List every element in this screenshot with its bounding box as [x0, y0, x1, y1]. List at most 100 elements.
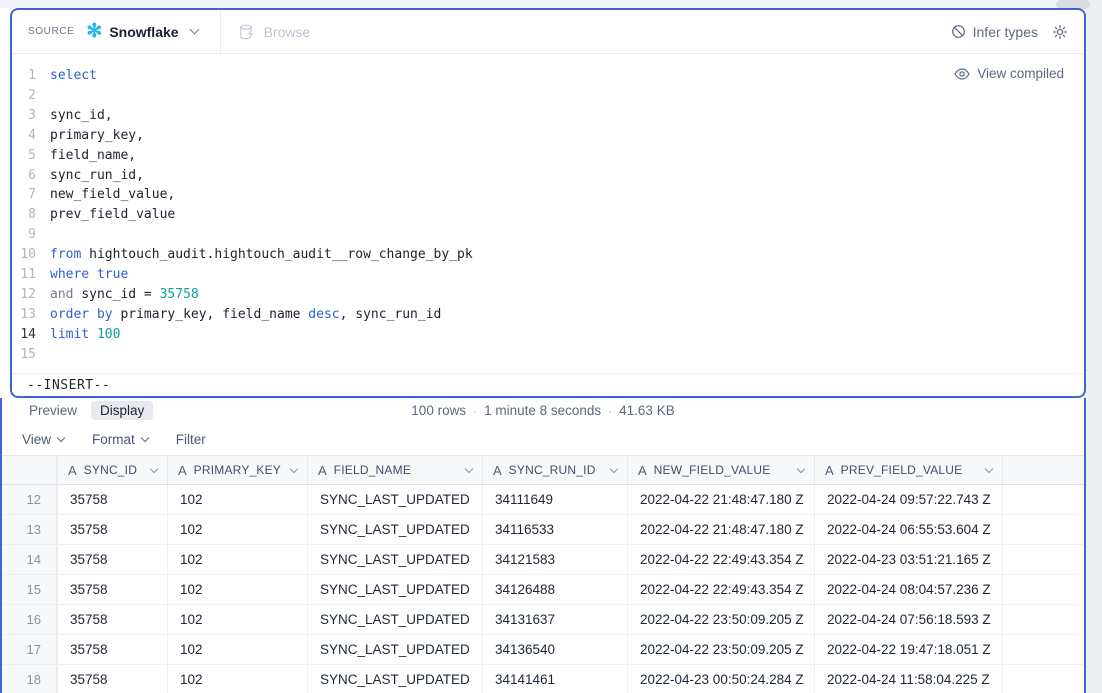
table-cell[interactable]: 2022-04-22 21:48:47.180 Z	[627, 485, 814, 514]
table-row[interactable]: 1635758102SYNC_LAST_UPDATED341316372022-…	[2, 605, 1084, 635]
ban-icon	[951, 24, 966, 39]
column-header-primary_key[interactable]: APRIMARY_KEY	[167, 456, 307, 484]
filter-menu-button[interactable]: Filter	[176, 432, 206, 447]
source-name[interactable]: Snowflake	[109, 24, 178, 40]
chevron-down-icon[interactable]	[985, 465, 993, 473]
table-cell[interactable]: 34126488	[482, 575, 627, 604]
code-line[interactable]: 5 field_name,	[12, 146, 1084, 166]
table-cell[interactable]: 2022-04-23 03:51:21.165 Z	[814, 545, 1002, 574]
chevron-down-icon[interactable]	[150, 465, 158, 473]
table-cell[interactable]: 35758	[57, 605, 167, 634]
line-number: 5	[12, 146, 36, 166]
table-cell[interactable]: SYNC_LAST_UPDATED	[307, 485, 482, 514]
chevron-down-icon[interactable]	[465, 465, 473, 473]
table-cell[interactable]: 35758	[57, 515, 167, 544]
code-line[interactable]: 12and sync_id = 35758	[12, 285, 1084, 305]
code-line[interactable]: 11where true	[12, 265, 1084, 285]
table-row[interactable]: 1535758102SYNC_LAST_UPDATED341264882022-…	[2, 575, 1084, 605]
chevron-down-icon[interactable]	[610, 465, 618, 473]
table-header-row: ASYNC_IDAPRIMARY_KEYAFIELD_NAMEASYNC_RUN…	[2, 456, 1084, 485]
browse-icon	[239, 24, 256, 40]
table-cell[interactable]: 2022-04-22 22:49:43.354 Z	[627, 545, 814, 574]
token-id: sync_id =	[81, 287, 159, 302]
table-row[interactable]: 1835758102SYNC_LAST_UPDATED341414612022-…	[2, 665, 1084, 693]
table-row[interactable]: 1435758102SYNC_LAST_UPDATED341215832022-…	[2, 545, 1084, 575]
column-name: SYNC_ID	[84, 463, 137, 477]
column-header-prev_field_value[interactable]: APREV_FIELD_VALUE	[814, 456, 1002, 484]
table-row[interactable]: 1335758102SYNC_LAST_UPDATED341165332022-…	[2, 515, 1084, 545]
chevron-down-icon[interactable]	[290, 465, 298, 473]
table-cell[interactable]: 35758	[57, 665, 167, 693]
token-id: field_name,	[50, 148, 136, 163]
view-compiled-button[interactable]: View compiled	[954, 66, 1064, 81]
browse-button[interactable]: Browse	[239, 24, 311, 40]
table-cell[interactable]: 35758	[57, 545, 167, 574]
table-cell[interactable]: 2022-04-24 11:58:04.225 Z	[814, 665, 1002, 693]
table-cell[interactable]: 35758	[57, 575, 167, 604]
column-header-sync_run_id[interactable]: ASYNC_RUN_ID	[482, 456, 627, 484]
code-line[interactable]: 3sync_id,	[12, 106, 1084, 126]
code-line[interactable]: 1select	[12, 66, 1084, 86]
tab-display[interactable]: Display	[91, 401, 153, 420]
table-cell[interactable]: 102	[167, 515, 307, 544]
table-cell[interactable]: 35758	[57, 635, 167, 664]
table-cell[interactable]: 2022-04-22 19:47:18.051 Z	[814, 635, 1002, 664]
table-cell[interactable]: 2022-04-22 23:50:09.205 Z	[627, 605, 814, 634]
line-number: 2	[12, 86, 36, 106]
code-line[interactable]: 15	[12, 345, 1084, 365]
chevron-down-icon[interactable]	[797, 465, 805, 473]
format-menu-button[interactable]: Format	[92, 432, 148, 447]
tab-preview[interactable]: Preview	[20, 401, 86, 420]
table-row[interactable]: 1235758102SYNC_LAST_UPDATED341116492022-…	[2, 485, 1084, 515]
code-line[interactable]: 8prev_field_value	[12, 205, 1084, 225]
table-cell[interactable]: 2022-04-24 08:04:57.236 Z	[814, 575, 1002, 604]
table-row[interactable]: 1735758102SYNC_LAST_UPDATED341365402022-…	[2, 635, 1084, 665]
table-cell[interactable]: 34141461	[482, 665, 627, 693]
table-cell[interactable]: SYNC_LAST_UPDATED	[307, 605, 482, 634]
sql-editor[interactable]: View compiled 1select23sync_id,4primary_…	[12, 54, 1084, 373]
table-cell[interactable]: 34131637	[482, 605, 627, 634]
code-line[interactable]: 6sync_run_id,	[12, 166, 1084, 186]
table-cell[interactable]: 34116533	[482, 515, 627, 544]
row-number: 13	[2, 515, 57, 544]
code-line[interactable]: 9	[12, 225, 1084, 245]
column-header-field_name[interactable]: AFIELD_NAME	[307, 456, 482, 484]
table-cell[interactable]: 34121583	[482, 545, 627, 574]
column-header-new_field_value[interactable]: ANEW_FIELD_VALUE	[627, 456, 814, 484]
infer-types-button[interactable]: Infer types	[951, 24, 1038, 40]
table-cell[interactable]: 2022-04-24 09:57:22.743 Z	[814, 485, 1002, 514]
table-cell[interactable]: 34111649	[482, 485, 627, 514]
table-cell[interactable]: SYNC_LAST_UPDATED	[307, 515, 482, 544]
table-cell[interactable]: 102	[167, 545, 307, 574]
table-cell[interactable]: 35758	[57, 485, 167, 514]
table-cell[interactable]: 34136540	[482, 635, 627, 664]
table-cell[interactable]: 2022-04-24 07:56:18.593 Z	[814, 605, 1002, 634]
table-cell[interactable]: 2022-04-22 23:50:09.205 Z	[627, 635, 814, 664]
code-line[interactable]: 14limit 100	[12, 325, 1084, 345]
code-line[interactable]: 10from hightouch_audit.hightouch_audit__…	[12, 245, 1084, 265]
view-menu-button[interactable]: View	[22, 432, 64, 447]
table-cell[interactable]: 102	[167, 575, 307, 604]
table-cell[interactable]: 102	[167, 605, 307, 634]
table-cell[interactable]: SYNC_LAST_UPDATED	[307, 635, 482, 664]
settings-button[interactable]	[1052, 24, 1068, 40]
column-header-sync_id[interactable]: ASYNC_ID	[57, 456, 167, 484]
table-cell[interactable]: 102	[167, 635, 307, 664]
code-line[interactable]: 2	[12, 86, 1084, 106]
table-cell[interactable]: 2022-04-22 21:48:47.180 Z	[627, 515, 814, 544]
query-editor-panel: SOURCE ✻ Snowflake Browse	[10, 8, 1086, 398]
chevron-down-icon[interactable]	[189, 25, 199, 35]
table-cell[interactable]: 2022-04-23 00:50:24.284 Z	[627, 665, 814, 693]
table-cell[interactable]: 2022-04-24 06:55:53.604 Z	[814, 515, 1002, 544]
line-number: 1	[12, 66, 36, 86]
code-line[interactable]: 7new_field_value,	[12, 185, 1084, 205]
table-cell[interactable]: 2022-04-22 22:49:43.354 Z	[627, 575, 814, 604]
code-line[interactable]: 4primary_key,	[12, 126, 1084, 146]
table-cell[interactable]: SYNC_LAST_UPDATED	[307, 545, 482, 574]
table-cell[interactable]: 102	[167, 665, 307, 693]
code-line[interactable]: 13order by primary_key, field_name desc,…	[12, 305, 1084, 325]
table-cell[interactable]: SYNC_LAST_UPDATED	[307, 665, 482, 693]
row-filler	[1002, 545, 1084, 574]
table-cell[interactable]: SYNC_LAST_UPDATED	[307, 575, 482, 604]
table-cell[interactable]: 102	[167, 485, 307, 514]
